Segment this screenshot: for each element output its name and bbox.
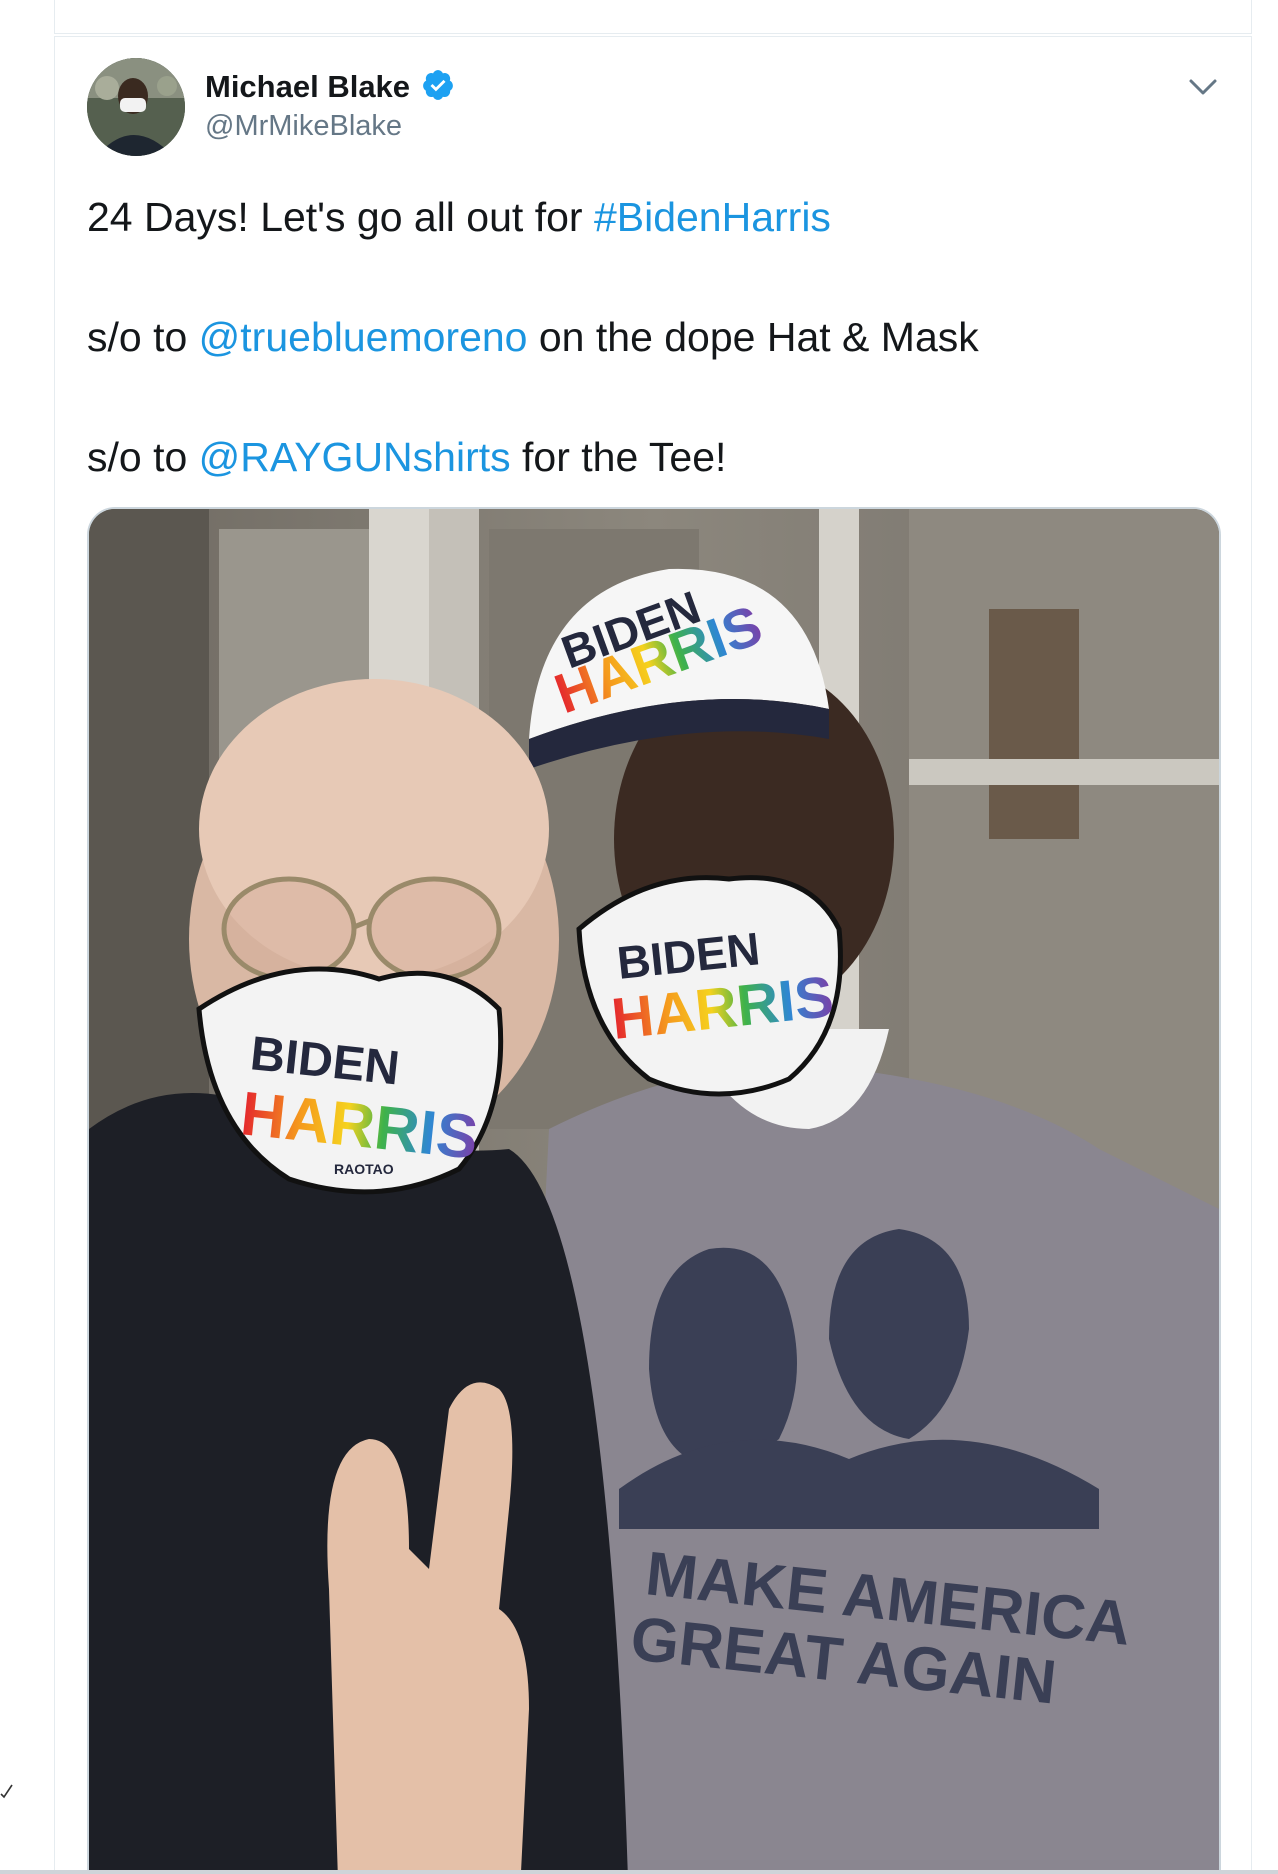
author-handle[interactable]: @MrMikeBlake	[205, 107, 455, 145]
tweet-line-3-text: s/o to	[87, 434, 199, 480]
tweet-photo[interactable]: MAKE AMERICA GREAT AGAIN BIDEN HARRIS BI…	[87, 507, 1221, 1874]
tweet-line-3: s/o to @RAYGUNshirts for the Tee!	[87, 427, 1207, 487]
chevron-down-icon[interactable]	[1185, 69, 1221, 105]
tweet-line-2-text: s/o to	[87, 314, 199, 360]
left-edge-check-icon	[0, 1784, 13, 1799]
mention-link-truebluemoreno[interactable]: @truebluemoreno	[199, 314, 528, 360]
bottom-edge	[0, 1870, 1278, 1874]
mention-link-raygunshirts[interactable]: @RAYGUNshirts	[199, 434, 511, 480]
author-display-name[interactable]: Michael Blake	[205, 67, 410, 107]
verified-badge-icon	[422, 70, 453, 100]
tweet-text: 24 Days! Let's go all out for #BidenHarr…	[87, 187, 1207, 487]
tweet-line-1-text: 24 Days! Let's go all out for	[87, 194, 594, 240]
mask-tag-text: RAOTAO	[334, 1161, 394, 1177]
tweet-line-3-tail: for the Tee!	[510, 434, 727, 480]
author-block: Michael Blake @MrMikeBlake	[205, 67, 455, 145]
tweet-card[interactable]: Michael Blake @MrMikeBlake 24 Days! Let'…	[54, 36, 1252, 1874]
tweet-line-1: 24 Days! Let's go all out for #BidenHarr…	[87, 187, 1207, 247]
tweet-line-2: s/o to @truebluemoreno on the dope Hat &…	[87, 307, 1207, 367]
avatar[interactable]	[87, 58, 185, 156]
page: Michael Blake @MrMikeBlake 24 Days! Let'…	[0, 0, 1278, 1874]
previous-tweet-edge	[54, 0, 1252, 34]
tweet-line-2-tail: on the dope Hat & Mask	[527, 314, 979, 360]
hashtag-link[interactable]: #BidenHarris	[594, 194, 831, 240]
